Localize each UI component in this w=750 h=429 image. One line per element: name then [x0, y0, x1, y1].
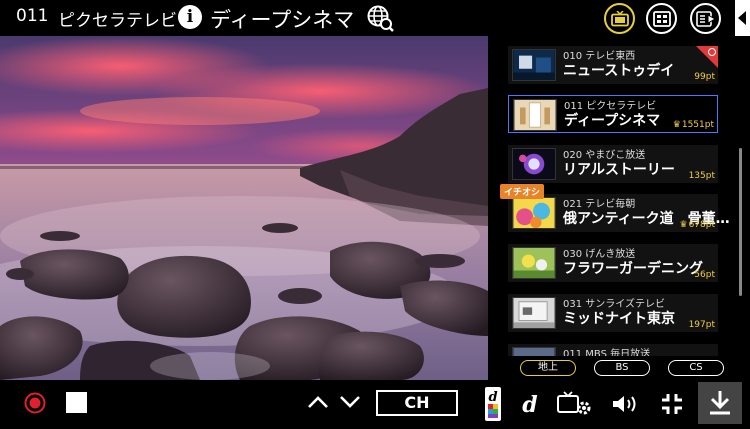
epg-icon: [652, 10, 671, 27]
channel-thumbnail: [512, 297, 556, 329]
channel-row[interactable]: 030 げんき放送 フラワーガーデニング 56pt: [508, 244, 718, 282]
program-name: リアルストーリー: [563, 162, 675, 178]
program-title: ディープシネマ: [210, 8, 355, 32]
channel-thumbnail: [513, 99, 557, 131]
channel-thumbnail: [512, 247, 556, 279]
channel-row[interactable]: 011 MBS 毎日放送: [508, 344, 718, 356]
list-scrollbar[interactable]: [739, 148, 742, 296]
channel-thumbnail: [512, 197, 556, 229]
d-icon[interactable]: d: [520, 391, 540, 417]
points: ♛678pt: [679, 220, 716, 230]
tv-button[interactable]: [604, 3, 635, 34]
recommend-badge: イチオシ: [500, 184, 545, 199]
band-terrestrial[interactable]: 地上: [520, 360, 576, 376]
channel-row[interactable]: 031 サンライズテレビ ミッドナイト東京 197pt: [508, 294, 718, 332]
channel-row[interactable]: 010 テレビ東西 ニューストゥデイ 99pt: [508, 46, 718, 84]
globe-search-icon[interactable]: [366, 4, 394, 32]
broadcast-band-selector: 地上 BS CS: [488, 356, 750, 380]
playlist-icon: [695, 10, 716, 27]
program-name: ディープシネマ: [564, 113, 661, 129]
video-frame-image: [0, 36, 488, 380]
channel-list[interactable]: 010 テレビ東西 ニューストゥデイ 99pt 011 ピクセラテレビ ディープ…: [488, 36, 750, 356]
svg-text:d: d: [522, 392, 537, 417]
program-name: ミッドナイト東京: [563, 311, 675, 327]
points: 99pt: [694, 72, 715, 82]
bottom-bar: CH d d: [0, 380, 750, 429]
channel-up-icon[interactable]: [307, 394, 329, 410]
download-button[interactable]: [698, 382, 742, 424]
top-bar: 011 ピクセラテレビ i ディープシネマ: [0, 0, 750, 36]
channel-line: 011 MBS 毎日放送: [563, 349, 651, 356]
svg-text:d: d: [488, 390, 497, 405]
playlist-button[interactable]: [690, 3, 721, 34]
channel-number: 011: [16, 6, 49, 26]
dpoint-card-icon[interactable]: d: [485, 387, 501, 421]
channel-row[interactable]: 021 テレビ毎朝 俄アンティーク道 骨董… ♛678pt: [508, 194, 730, 232]
record-dot-icon: [708, 48, 716, 56]
channel-down-icon[interactable]: [339, 394, 361, 410]
station-name: ピクセラテレビ: [58, 11, 177, 31]
channel-row-selected[interactable]: 011 ピクセラテレビ ディープシネマ ♛1551pt: [508, 95, 718, 133]
record-icon[interactable]: [24, 392, 46, 414]
program-name: ニューストゥデイ: [563, 63, 675, 79]
side-panel-toggle[interactable]: [735, 0, 750, 36]
points: 56pt: [694, 270, 715, 280]
crown-icon: ♛: [672, 120, 681, 130]
tv-icon: [610, 10, 629, 26]
tv-settings-icon[interactable]: [556, 391, 594, 417]
epg-button[interactable]: [646, 3, 677, 34]
download-icon: [710, 391, 730, 415]
fullscreen-exit-icon[interactable]: [660, 392, 684, 416]
video-player[interactable]: [0, 36, 488, 380]
stop-icon[interactable]: [66, 392, 87, 413]
channel-thumbnail: [512, 347, 556, 356]
band-cs[interactable]: CS: [668, 360, 724, 376]
info-icon[interactable]: i: [178, 5, 202, 29]
channel-button[interactable]: CH: [376, 390, 458, 416]
band-bs[interactable]: BS: [594, 360, 650, 376]
points: ♛1551pt: [672, 120, 714, 130]
points: 135pt: [688, 171, 715, 181]
collapse-arrow-icon: [738, 11, 746, 25]
volume-icon[interactable]: [611, 393, 641, 415]
points: 197pt: [688, 320, 715, 330]
channel-thumbnail: [512, 49, 556, 81]
program-name: フラワーガーデニング: [563, 261, 703, 277]
channel-row[interactable]: 020 やまびこ放送 リアルストーリー 135pt: [508, 145, 718, 183]
channel-thumbnail: [512, 148, 556, 180]
crown-icon: ♛: [679, 220, 688, 230]
